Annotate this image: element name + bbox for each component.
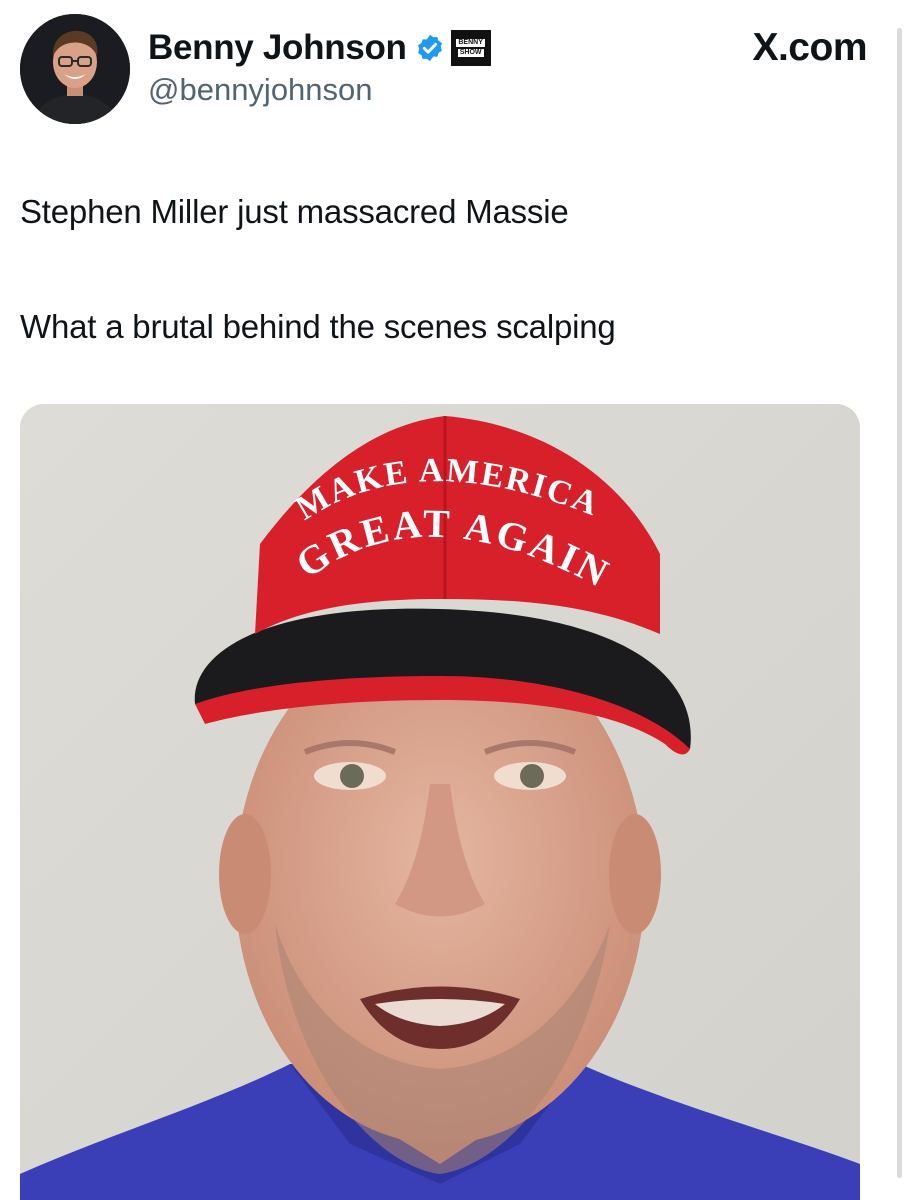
author-name-row: Benny Johnson BENNY SHOW (148, 24, 491, 72)
scrollbar[interactable] (897, 28, 902, 1178)
tweet-text-line-2: What a brutal behind the scenes scalping (20, 308, 616, 345)
affiliate-badge[interactable]: BENNY SHOW (450, 30, 491, 66)
author-handle[interactable]: @bennyjohnson (148, 72, 373, 108)
affiliate-badge-line-1: BENNY (456, 39, 485, 47)
author-avatar[interactable] (20, 14, 130, 124)
tweet-screenshot: Benny Johnson BENNY SHOW @bennyjohnson X… (0, 0, 909, 1200)
tweet-text-line-1: Stephen Miller just massacred Massie (20, 193, 569, 230)
verified-badge-icon (415, 33, 445, 63)
tweet-video-thumbnail[interactable]: MAKE AMERICA GREAT AGAIN (20, 404, 860, 1200)
affiliate-badge-line-2: SHOW (457, 49, 484, 57)
author-display-name[interactable]: Benny Johnson (148, 28, 407, 68)
site-label: X.com (752, 26, 867, 69)
